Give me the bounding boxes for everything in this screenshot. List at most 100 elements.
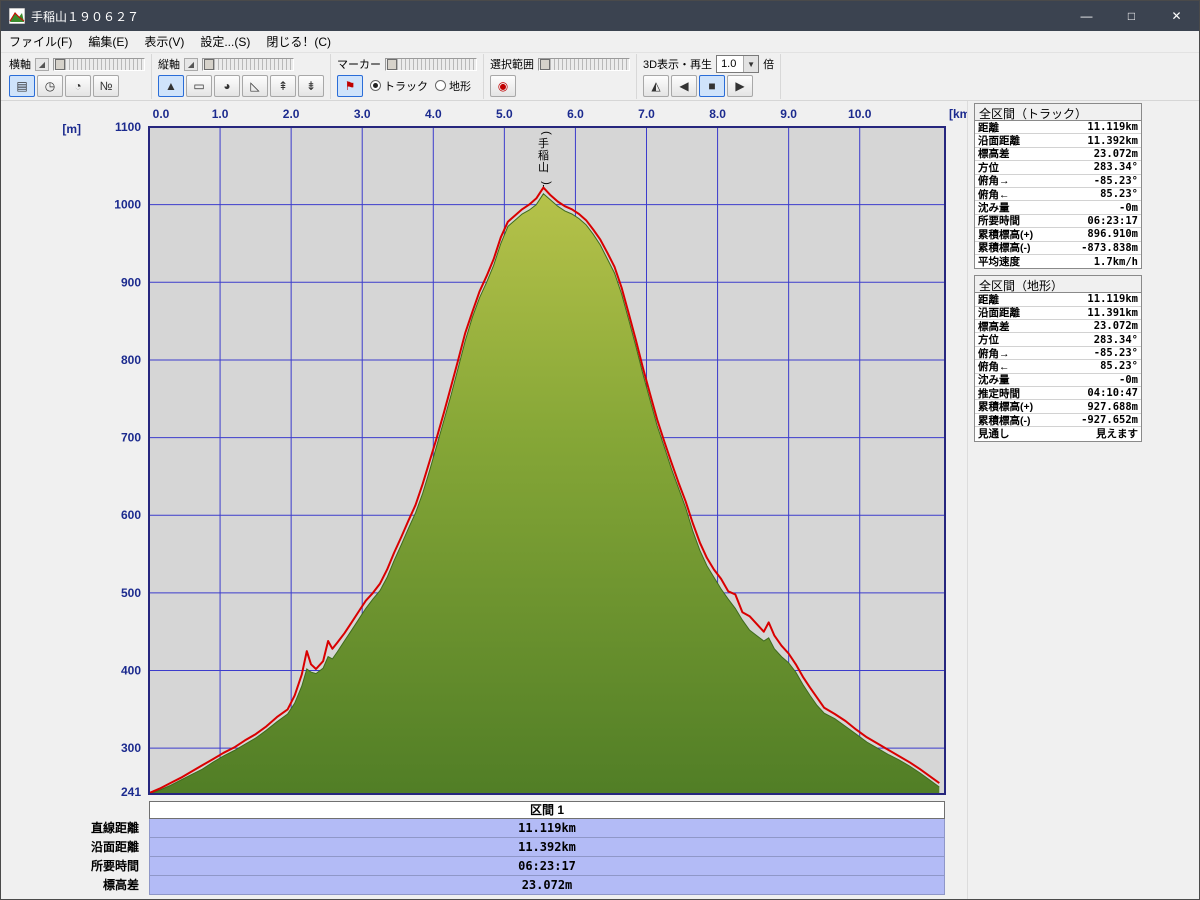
y-tick-label: 500	[121, 586, 141, 600]
stats-row-value: -873.838m	[1081, 242, 1138, 254]
y-tick-label: 900	[121, 275, 141, 289]
menu-item[interactable]: 編集(E)	[80, 31, 136, 52]
stats-row: 平均速度1.7km/h	[975, 255, 1141, 268]
toolbar-group-vertical-axis: 縦軸 ◢ ▲▭◕◺⇞⇟	[152, 54, 331, 99]
menu-item[interactable]: 設定...(S)	[192, 31, 258, 52]
slider-thumb[interactable]	[540, 59, 550, 70]
selection-slider[interactable]	[538, 58, 630, 71]
view-3d-icon[interactable]: ◭	[643, 75, 669, 97]
stats-row: 標高差23.072m	[975, 320, 1141, 333]
selection-label: 選択範囲	[490, 56, 534, 72]
stats-row-value: -85.23°	[1094, 175, 1138, 187]
menu-item[interactable]: 表示(V)	[136, 31, 192, 52]
stats-row: 標高差23.072m	[975, 148, 1141, 161]
section-row-value: 23.072m	[149, 876, 945, 895]
toolbar-group-horizontal-axis: 横軸 ◢ ▤◷◔№	[3, 54, 152, 99]
play-icon[interactable]: ▶	[727, 75, 753, 97]
descend-axis-icon[interactable]: ⇟	[298, 75, 324, 97]
stats-row-value: 11.392km	[1087, 135, 1138, 147]
marker-flag-icon[interactable]: ⚑	[337, 75, 363, 97]
section-row-label: 標高差	[1, 876, 149, 895]
stop-icon[interactable]: ■	[699, 75, 725, 97]
y-tick-label: 800	[121, 353, 141, 367]
chevron-down-icon[interactable]: ▼	[743, 56, 758, 72]
v-axis-zoom-slider[interactable]	[202, 58, 294, 71]
y-tick-label: 400	[121, 664, 141, 678]
section-header-spacer	[1, 801, 149, 819]
toolbar-group-marker: マーカー ⚑ トラック 地形	[331, 54, 484, 99]
stats-row-value: 見えます	[1096, 426, 1138, 441]
x-tick-label: 4.0	[425, 107, 442, 121]
stats-row: 累積標高(-)-927.652m	[975, 414, 1141, 427]
h-axis-label: 横軸	[9, 56, 31, 72]
stats-row-value: -0m	[1119, 374, 1138, 386]
playback-speed-unit: 倍	[763, 56, 774, 72]
stats-row-value: 1.7km/h	[1094, 256, 1138, 268]
minimize-button[interactable]: —	[1064, 1, 1109, 31]
clock-axis-icon[interactable]: ◷	[37, 75, 63, 97]
stats-row-label: 見通し	[978, 426, 1010, 441]
marker-label: マーカー	[337, 56, 381, 72]
peak-marker-label: 稲	[538, 149, 549, 162]
v-axis-zoom-icon: ◢	[184, 58, 198, 71]
stats-track-header: 全区間（トラック）	[975, 104, 1141, 121]
stats-row-label: 累積標高(-)	[978, 413, 1031, 428]
h-axis-zoom-slider[interactable]	[53, 58, 145, 71]
playback-speed-select[interactable]: 1.0 ▼	[716, 55, 759, 73]
section-row: 所要時間06:23:17	[1, 857, 945, 876]
peak-marker-label: 山	[538, 161, 549, 174]
number-axis-icon[interactable]: №	[93, 75, 119, 97]
app-icon	[9, 8, 25, 24]
slider-thumb[interactable]	[387, 59, 397, 70]
y-tick-label: 241	[121, 785, 141, 799]
ascend-axis-icon[interactable]: ⇞	[270, 75, 296, 97]
marker-slider[interactable]	[385, 58, 477, 71]
stats-row-value: 896.910m	[1087, 228, 1138, 240]
radio-track-circle[interactable]	[370, 80, 381, 91]
selection-clear-icon[interactable]: ◉	[490, 75, 516, 97]
y-tick-label: 300	[121, 741, 141, 755]
x-tick-label: 3.0	[354, 107, 371, 121]
main-content: 0.01.02.03.04.05.06.07.08.09.010.0[km]24…	[1, 101, 1199, 899]
app-window: 手稲山１９０６２７ — □ ✕ ファイル(F)編集(E)表示(V)設定...(S…	[0, 0, 1200, 900]
stats-row-value: 927.688m	[1087, 401, 1138, 413]
stats-row-value: 11.119km	[1087, 293, 1138, 305]
menu-item[interactable]: 閉じる！(C)	[258, 31, 339, 52]
y-tick-label: 1100	[115, 120, 141, 134]
stats-row-value: 85.23°	[1100, 360, 1138, 372]
rewind-icon[interactable]: ◀	[671, 75, 697, 97]
elevation-profile-chart[interactable]: 0.01.02.03.04.05.06.07.08.09.010.0[km]24…	[1, 101, 967, 801]
x-tick-label: 0.0	[153, 107, 170, 121]
radio-terrain[interactable]: 地形	[435, 78, 471, 94]
radio-track[interactable]: トラック	[370, 78, 428, 94]
stats-panel: 全区間（トラック） 距離11.119km沿面距離11.392km標高差23.07…	[967, 101, 1199, 899]
close-button[interactable]: ✕	[1154, 1, 1199, 31]
slider-thumb[interactable]	[204, 59, 214, 70]
y-tick-label: 700	[121, 431, 141, 445]
x-tick-label: 1.0	[212, 107, 229, 121]
section-info-panel: 区間 1 直線距離11.119km沿面距離11.392km所要時間06:23:1…	[1, 801, 945, 895]
slope-axis-icon[interactable]: ◺	[242, 75, 268, 97]
gauge-axis-icon[interactable]: ◕	[214, 75, 240, 97]
menu-item[interactable]: ファイル(F)	[1, 31, 80, 52]
slider-thumb[interactable]	[55, 59, 65, 70]
stats-row-value: 85.23°	[1100, 188, 1138, 200]
radio-terrain-circle[interactable]	[435, 80, 446, 91]
x-axis-unit: [km]	[949, 107, 967, 121]
x-tick-label: 8.0	[709, 107, 726, 121]
time-axis-icon[interactable]: ◔	[65, 75, 91, 97]
stats-row-value: 23.072m	[1094, 148, 1138, 160]
menu-bar: ファイル(F)編集(E)表示(V)設定...(S)閉じる！(C)	[1, 31, 1199, 53]
flat-axis-icon[interactable]: ▭	[186, 75, 212, 97]
x-tick-label: 10.0	[848, 107, 872, 121]
section-header-row: 区間 1	[1, 801, 945, 819]
v-axis-label: 縦軸	[158, 56, 180, 72]
elevation-axis-icon[interactable]: ▲	[158, 75, 184, 97]
section-row: 直線距離11.119km	[1, 819, 945, 838]
section-header: 区間 1	[149, 801, 945, 819]
distance-axis-icon[interactable]: ▤	[9, 75, 35, 97]
stats-row-value: -0m	[1119, 202, 1138, 214]
maximize-button[interactable]: □	[1109, 1, 1154, 31]
title-bar: 手稲山１９０６２７ — □ ✕	[1, 1, 1199, 31]
stats-row-value: 11.391km	[1087, 307, 1138, 319]
